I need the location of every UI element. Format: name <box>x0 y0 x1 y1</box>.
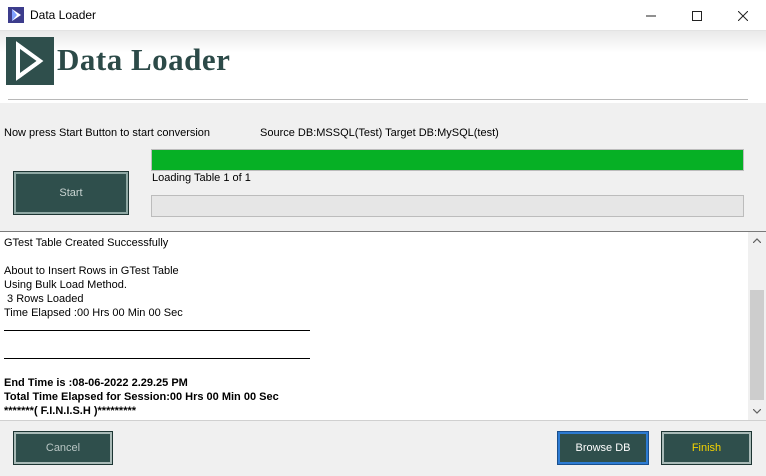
loading-status: Loading Table 1 of 1 <box>152 172 251 184</box>
log-separator <box>4 320 744 334</box>
log-content: GTest Table Created Successfully About to… <box>4 236 744 418</box>
scroll-thumb[interactable] <box>750 290 764 400</box>
app-title: Data Loader <box>57 42 231 77</box>
overall-progress-bar <box>151 149 744 171</box>
app-icon <box>8 7 24 23</box>
log-separator <box>4 348 744 362</box>
minimize-button[interactable] <box>628 0 674 31</box>
scroll-down-icon[interactable] <box>748 403 766 420</box>
log-line: 3 Rows Loaded <box>4 293 84 305</box>
log-line: GTest Table Created Successfully <box>4 237 169 249</box>
log-scrollbar[interactable] <box>748 232 766 420</box>
log-textbox[interactable]: GTest Table Created Successfully About to… <box>0 231 766 421</box>
maximize-icon <box>692 10 702 21</box>
window-title: Data Loader <box>30 8 97 22</box>
log-line: Time Elapsed :00 Hrs 00 Min 00 Sec <box>4 307 183 319</box>
log-line: Using Bulk Load Method. <box>4 279 127 291</box>
browse-db-button[interactable]: Browse DB <box>557 431 649 465</box>
maximize-button[interactable] <box>674 0 720 31</box>
title-bar: Data Loader <box>0 0 766 31</box>
overall-progress-fill <box>152 150 743 170</box>
header: Data Loader <box>0 31 766 103</box>
log-line: About to Insert Rows in GTest Table <box>4 265 179 277</box>
scroll-up-icon[interactable] <box>748 232 766 249</box>
log-line: *******( F.I.N.I.S.H )********* <box>4 405 137 417</box>
play-arrow-logo-icon <box>6 37 54 85</box>
status-message: Now press Start Button to start conversi… <box>4 127 211 139</box>
close-button[interactable] <box>720 0 766 31</box>
source-target-info: Source DB:MSSQL(Test) Target DB:MySQL(te… <box>260 127 499 139</box>
cancel-button[interactable]: Cancel <box>13 431 113 465</box>
start-button[interactable]: Start <box>13 171 129 215</box>
table-progress-bar <box>151 195 744 217</box>
header-divider <box>8 99 748 101</box>
close-icon <box>738 10 748 21</box>
minimize-icon <box>646 15 656 16</box>
log-line: End Time is :08-06-2022 2.29.25 PM <box>4 377 188 389</box>
finish-button[interactable]: Finish <box>661 431 752 465</box>
log-line: Total Time Elapsed for Session:00 Hrs 00… <box>4 391 279 403</box>
